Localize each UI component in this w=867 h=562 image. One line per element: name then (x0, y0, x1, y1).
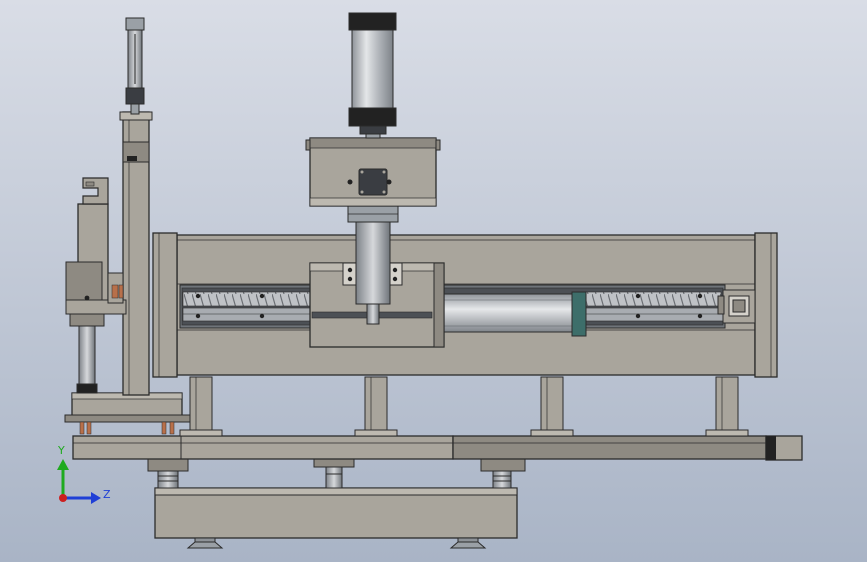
tower-mini-cylinder-cap[interactable] (125, 17, 145, 31)
spindle-housing[interactable] (355, 221, 391, 305)
assembly-drawing[interactable]: Y Z (0, 0, 867, 562)
tower-lower-piston[interactable] (78, 325, 96, 385)
cylinder-top-cap[interactable] (348, 12, 397, 31)
vertical-air-cylinder[interactable] (348, 12, 397, 139)
gearbox-screw-left (347, 179, 353, 185)
cad-viewport[interactable]: Y Z (0, 0, 867, 562)
main-base-rail[interactable] (72, 435, 803, 461)
side-clamp-block[interactable] (65, 261, 127, 315)
ball-screw-left[interactable] (182, 291, 312, 307)
support-column-4[interactable] (705, 376, 749, 437)
support-columns[interactable] (179, 376, 749, 437)
triad-origin (59, 494, 67, 502)
base-rail-right[interactable] (452, 435, 767, 460)
support-column-2[interactable] (354, 376, 398, 437)
motor-gearbox[interactable] (305, 137, 441, 207)
mount-bracket-3[interactable] (480, 458, 526, 489)
leveling-foot-right[interactable] (449, 537, 487, 549)
base-rail-left[interactable] (72, 435, 454, 460)
end-bearing-block[interactable] (717, 289, 756, 324)
z-axis-label: Z (103, 488, 111, 501)
support-column-1[interactable] (179, 376, 223, 437)
tower-base-copper-fittings (79, 421, 175, 435)
leveling-foot-left[interactable] (186, 537, 224, 549)
cylinder-body[interactable] (351, 29, 394, 109)
frame-end-plate-right[interactable] (754, 232, 778, 378)
cylinder-cap-right[interactable] (571, 291, 587, 337)
tower-lower-piston-mount[interactable] (69, 313, 105, 327)
support-column-3[interactable] (530, 376, 574, 437)
base-pedestal[interactable] (154, 487, 518, 549)
spindle-tip[interactable] (366, 303, 380, 325)
z-axis-arrowhead (91, 492, 101, 504)
y-axis-label: Y (57, 444, 65, 457)
y-axis-arrowhead (57, 459, 69, 470)
motor-flange-square[interactable] (358, 168, 388, 196)
cylinder-bottom-cap[interactable] (348, 107, 397, 127)
mount-bracket-1[interactable] (147, 458, 189, 489)
clamp-block-left[interactable] (342, 262, 358, 286)
gearbox-screw-right (386, 179, 392, 185)
base-block-top-edge (154, 487, 518, 496)
frame-end-plate-left[interactable] (152, 232, 178, 378)
mount-bracket-2[interactable] (313, 458, 355, 489)
